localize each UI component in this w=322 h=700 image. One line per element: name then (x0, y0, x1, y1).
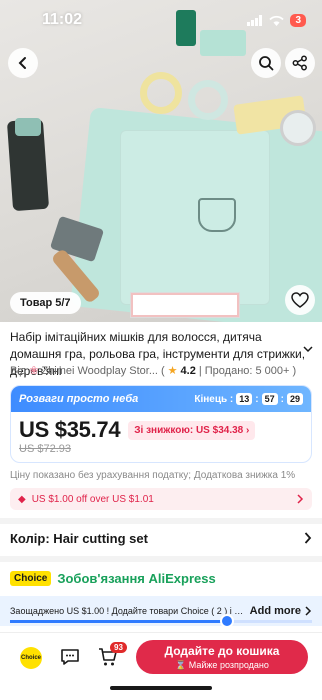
countdown-sep: : (255, 393, 259, 405)
countdown-seconds: 29 (286, 393, 303, 405)
home-indicator (110, 686, 212, 690)
status-bar: 11:02 3 (0, 0, 322, 40)
toy-mirror (280, 110, 316, 146)
toy-scissors-ring (140, 72, 182, 114)
toy-hair-dryer-nozzle (15, 118, 41, 136)
photo-counter: Товар 5/7 (10, 292, 81, 314)
battery-icon: 3 (290, 13, 306, 27)
add-to-cart-button[interactable]: Додайте до кошика ⌛ Майже розпродано (136, 640, 308, 674)
price-row: US $35.74 Зі знижкою: US $34.38 › (11, 412, 311, 443)
store-name[interactable]: Zhimei Woodplay Stor... (41, 365, 158, 377)
from-label: Від (10, 364, 27, 377)
rating-value: 4.2 (180, 364, 196, 377)
toy-scissors-ring-2 (188, 80, 228, 120)
color-selector[interactable]: Колір: Hair cutting set (10, 528, 312, 548)
wifi-icon (269, 15, 285, 26)
divider (0, 518, 322, 524)
search-button[interactable] (251, 48, 281, 78)
tag-icon: ◆ (18, 493, 26, 505)
promo-label: Розваги просто неба (19, 393, 139, 405)
countdown: Кінець : 13 : 57 : 29 (194, 393, 303, 405)
countdown-sep: : (280, 393, 284, 405)
choice-title: Зобов'язання AliExpress (57, 571, 216, 586)
add-to-cart-label: Додайте до кошика (164, 644, 280, 658)
share-button[interactable] (285, 48, 315, 78)
almost-sold-out-label: ⌛ Майже розпродано (175, 660, 269, 670)
divider (0, 556, 322, 562)
countdown-label: Кінець : (194, 393, 234, 405)
add-more-button[interactable]: Add more (250, 605, 301, 617)
chevron-left-icon (18, 57, 26, 69)
savings-text: Заощаджено US $1.00 ! Додайте товари Cho… (10, 606, 245, 616)
clock: 11:02 (42, 11, 83, 28)
choice-commitment[interactable]: Choice Зобов'язання AliExpress (10, 571, 216, 586)
envelope-decor (130, 292, 240, 318)
chevron-down-icon[interactable] (303, 345, 313, 353)
choice-button[interactable]: Choice (20, 647, 42, 669)
signal-icon (247, 14, 263, 26)
countdown-hours: 13 (236, 393, 253, 405)
discount-row[interactable]: ◆ US $1.00 off over US $1.01 (10, 488, 312, 510)
store-info[interactable]: Від ❀ Zhimei Woodplay Stor... ( ★ 4.2 | … (10, 364, 297, 378)
chevron-right-icon (297, 494, 304, 504)
countdown-minutes: 57 (261, 393, 278, 405)
share-icon (292, 55, 307, 71)
savings-progress-fill (10, 620, 228, 623)
search-icon (259, 56, 274, 71)
product-image-gallery[interactable]: 11:02 3 Товар 5/7 (0, 0, 322, 322)
tool-pocket (120, 130, 270, 305)
savings-progress-marker (220, 614, 234, 628)
tax-note: Ціну показано без урахування податку; До… (10, 470, 296, 481)
store-logo-icon: ❀ (29, 365, 39, 377)
sold-count: | Продано: 5 000+ ) (198, 364, 297, 377)
chevron-right-icon (305, 606, 312, 616)
current-price: US $35.74 (19, 417, 121, 442)
savings-progress (10, 620, 312, 623)
price-card: Розваги просто неба Кінець : 13 : 57 : 2… (10, 385, 312, 463)
chat-icon[interactable] (60, 647, 80, 667)
coupon-badge[interactable]: Зі знижкою: US $34.38 › (128, 420, 256, 440)
color-label: Колір: Hair cutting set (10, 530, 148, 546)
star-icon: ★ (167, 365, 178, 377)
old-price: US $72.93 (19, 443, 71, 455)
choice-tag: Choice (10, 571, 52, 586)
heart-icon (291, 292, 309, 308)
status-icons: 3 (247, 13, 306, 27)
back-button[interactable] (8, 48, 38, 78)
pocket-logo-icon (198, 198, 236, 232)
discount-text: US $1.00 off over US $1.01 (31, 493, 154, 505)
paren-open: ( (161, 364, 165, 377)
wishlist-button[interactable] (285, 285, 315, 315)
chevron-right-icon (304, 532, 312, 544)
cart-count-badge: 93 (110, 642, 127, 653)
promo-bar: Розваги просто неба Кінець : 13 : 57 : 2… (11, 386, 311, 412)
